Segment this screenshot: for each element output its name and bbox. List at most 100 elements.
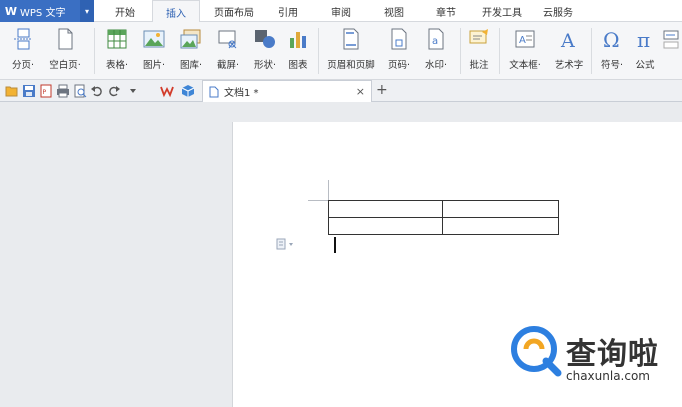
page-break-icon [14,28,32,50]
gallery-button[interactable]: 图库· [174,26,208,76]
document-icon [209,86,219,97]
textbox-icon: A [515,30,535,48]
redo-icon[interactable] [107,84,121,98]
open-folder-icon[interactable] [5,84,19,98]
tab-chapter[interactable]: 章节 [426,0,466,22]
app-menu-button[interactable]: W WPS 文字 ▾ [0,0,94,22]
tab-review[interactable]: 审阅 [321,0,361,22]
wps-logo-icon: W [4,4,18,18]
ribbon-separator [94,28,95,74]
app-name: WPS 文字 [20,7,66,19]
screenshot-icon [218,30,237,49]
more-tools-icon [663,30,679,49]
table-row [328,217,559,235]
chart-label: 图表 [288,60,308,71]
symbol-label: 符号· [600,60,624,71]
ribbon-separator [460,28,461,74]
textbox-button[interactable]: A 文本框· [504,26,546,76]
screenshot-button[interactable]: 截屏· [211,26,245,76]
site-watermark: 查询啦 chaxunla.com [510,325,682,389]
wps-writer-window: W WPS 文字 ▾ 开始 插入 页面布局 引用 审阅 视图 章节 开发工具 云… [0,0,682,407]
watermark-url: chaxunla.com [566,369,650,383]
shapes-label: 形状· [253,60,277,71]
page-break-label: 分页· [11,60,35,71]
table-cell[interactable] [442,217,559,235]
search-logo-icon [511,326,562,377]
watermark-title: 查询啦 [566,337,659,372]
watermark-button[interactable]: a 水印· [419,26,453,76]
new-tab-icon[interactable]: + [376,82,388,98]
page-number-button[interactable]: 页码· [382,26,416,76]
blank-page-button[interactable]: 空白页· [44,26,86,76]
table-icon [107,29,127,49]
comment-label: 批注 [469,60,489,71]
tab-developer[interactable]: 开发工具 [476,0,528,22]
chart-icon [290,32,306,48]
table-button[interactable]: 表格· [100,26,134,76]
picture-icon [143,30,165,48]
ribbon-separator [499,28,500,74]
header-footer-button[interactable]: 页眉和页脚 [324,26,378,76]
wordart-label: 艺术字 [554,60,584,71]
tab-insert[interactable]: 插入 [152,0,200,23]
save-icon[interactable] [22,84,36,98]
text-cursor [334,237,336,253]
svg-text:A: A [519,35,526,46]
chevron-down-icon[interactable]: ▾ [80,0,94,22]
wps-cloud-icon[interactable] [160,84,174,98]
insert-ribbon: 分页· 空白页· 表格· 图片· 图库· 截屏· 形状· 图表 页眉和页脚 页码… [0,22,682,80]
page-number-label: 页码· [387,60,411,71]
wordart-button[interactable]: A 艺术字 [551,26,587,76]
page-break-button[interactable]: 分页· [6,26,40,76]
watermark-icon: a [428,28,444,50]
picture-label: 图片· [142,60,166,71]
menu-bar: W WPS 文字 ▾ 开始 插入 页面布局 引用 审阅 视图 章节 开发工具 云… [0,0,682,23]
table-cell[interactable] [442,200,559,218]
export-pdf-icon[interactable]: P [39,84,53,98]
tab-cloud-service[interactable]: 云服务 [536,0,580,22]
table-cell[interactable] [328,217,443,235]
cube-icon[interactable] [181,84,195,98]
symbol-button[interactable]: Ω 符号· [596,26,628,76]
svg-text:Ω: Ω [603,28,620,50]
blank-page-label: 空白页· [49,60,81,71]
formula-label: 公式 [635,60,655,71]
table-cell[interactable] [328,200,443,218]
svg-text:a: a [432,36,438,47]
formula-button[interactable]: π 公式 [631,26,659,76]
gallery-label: 图库· [179,60,203,71]
table-row [328,200,559,218]
inserted-table[interactable] [328,200,559,235]
customize-toolbar-chevron-icon[interactable] [128,84,138,98]
print-icon[interactable] [56,84,70,98]
quick-access-toolbar: P 文档1 * × + [0,80,682,102]
svg-text:P: P [43,89,47,96]
margin-marker [308,200,328,201]
tab-references[interactable]: 引用 [268,0,308,22]
comment-button[interactable]: 批注 [465,26,493,76]
tab-home[interactable]: 开始 [104,0,146,22]
blank-page-icon [58,28,73,50]
shapes-button[interactable]: 形状· [248,26,282,76]
header-footer-label: 页眉和页脚 [327,60,375,71]
shapes-icon [255,30,275,48]
screenshot-label: 截屏· [216,60,240,71]
header-footer-icon [343,28,359,50]
omega-icon: Ω [603,28,620,50]
tab-page-layout[interactable]: 页面布局 [206,0,262,22]
chart-button[interactable]: 图表 [284,26,312,76]
print-preview-icon[interactable] [73,84,87,98]
svg-text:A: A [560,30,575,50]
paragraph-layout-icon[interactable] [276,238,296,250]
textbox-label: 文本框· [509,60,541,71]
comment-icon [469,29,488,44]
document-tab-title: 文档1 * [224,88,259,99]
more-tools-button[interactable] [662,26,682,76]
watermark-label: 水印· [424,60,448,71]
close-tab-icon[interactable]: × [356,85,365,98]
document-tab[interactable]: 文档1 * × [202,80,372,102]
wordart-icon: A [560,30,575,50]
tab-view[interactable]: 视图 [374,0,414,22]
undo-icon[interactable] [90,84,104,98]
picture-button[interactable]: 图片· [137,26,171,76]
